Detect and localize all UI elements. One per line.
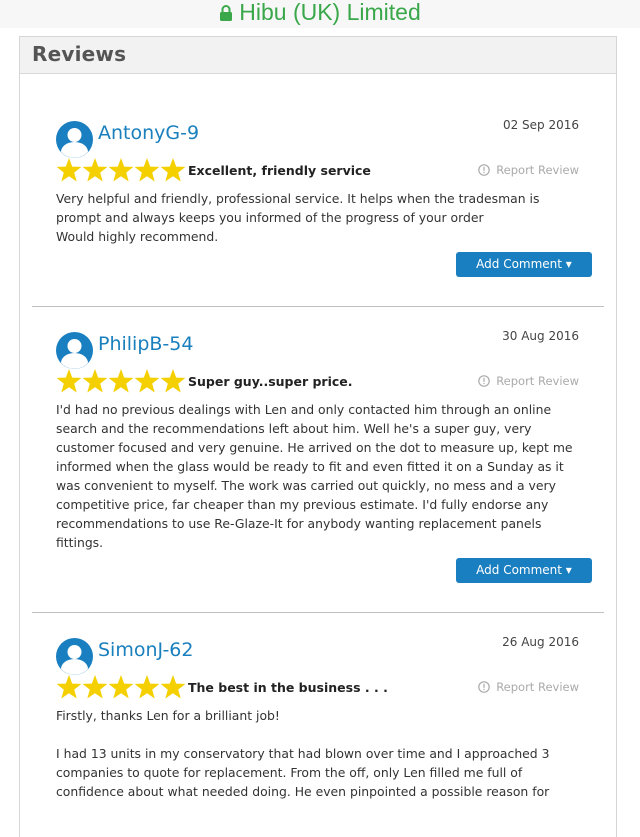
reviewer-name[interactable]: AntonyG-9 [98,122,199,144]
review-date: 30 Aug 2016 [502,329,579,343]
star-rating [56,158,186,182]
star-icon [56,675,82,699]
user-avatar-icon [56,638,93,675]
report-review-link[interactable]: Report Review [478,374,579,388]
review-body: Firstly, thanks Len for a brilliant job!… [56,706,576,801]
info-icon [478,681,490,693]
star-icon [56,369,82,393]
user-avatar-icon [56,121,93,158]
add-comment-button[interactable]: Add Comment ▾ [456,252,592,277]
review-text: Very helpful and friendly, professional … [56,191,540,244]
star-icon [108,158,134,182]
star-icon [82,675,108,699]
star-rating [56,675,186,699]
lock-icon [220,5,233,21]
star-icon [134,369,160,393]
report-review-label: Report Review [496,163,579,177]
user-avatar-icon [56,332,93,369]
review-text: I'd had no previous dealings with Len an… [56,402,573,550]
review-date: 26 Aug 2016 [502,635,579,649]
info-icon [478,375,490,387]
report-review-link[interactable]: Report Review [478,163,579,177]
url-title: Hibu (UK) Limited [239,0,421,25]
review-headline: Super guy..super price. [188,374,353,389]
review-body: I'd had no previous dealings with Len an… [56,400,576,552]
star-icon [108,369,134,393]
add-comment-button[interactable]: Add Comment ▾ [456,558,592,583]
info-icon [478,164,490,176]
reviewer-name[interactable]: PhilipB-54 [98,333,193,355]
reviews-header: Reviews [20,37,616,74]
star-icon [82,369,108,393]
star-icon [134,675,160,699]
report-review-label: Report Review [496,680,579,694]
star-icon [160,369,186,393]
star-rating [56,369,186,393]
report-review-link[interactable]: Report Review [478,680,579,694]
star-icon [160,675,186,699]
review-divider [32,306,604,307]
star-icon [82,158,108,182]
reviews-panel: Reviews AntonyG-9 02 Sep 2016 Excellent,… [19,36,617,837]
reviewer-name[interactable]: SimonJ-62 [98,639,193,661]
review-headline: The best in the business . . . [188,680,388,695]
star-icon [134,158,160,182]
report-review-label: Report Review [496,374,579,388]
star-icon [56,158,82,182]
reviews-title: Reviews [32,42,127,66]
review-headline: Excellent, friendly service [188,163,371,178]
star-icon [160,158,186,182]
browser-url-bar[interactable]: Hibu (UK) Limited [0,0,640,28]
review-date: 02 Sep 2016 [502,118,579,132]
review-body: Very helpful and friendly, professional … [56,189,576,246]
star-icon [108,675,134,699]
review-text: Firstly, thanks Len for a brilliant job!… [56,708,550,799]
review-divider [32,612,604,613]
